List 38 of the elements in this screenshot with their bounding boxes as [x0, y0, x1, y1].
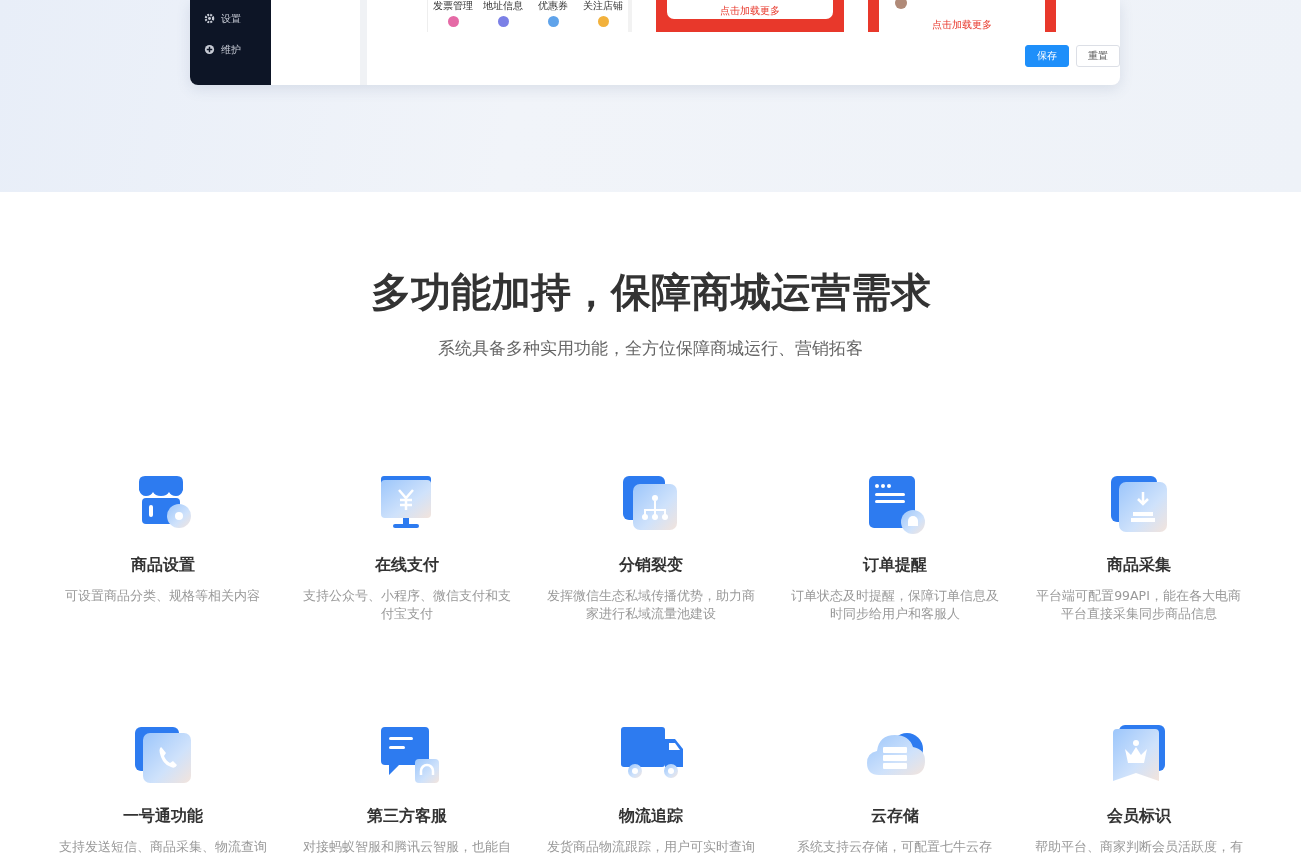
shortcut-icon[interactable] — [547, 16, 559, 27]
shortcut-label[interactable]: 地址信息 — [483, 0, 523, 12]
reset-button[interactable]: 重置 — [1076, 45, 1120, 67]
load-more-link[interactable]: 点击加载更多 — [932, 19, 992, 30]
feature-title: 订单提醒 — [862, 554, 927, 576]
feature-description: 帮助平台、商家判断会员活跃度，有 — [1033, 838, 1244, 856]
feature-description: 发货商品物流跟踪，用户可实时查询 — [545, 838, 756, 856]
gear-icon — [204, 13, 215, 24]
feature-title: 第三方客服 — [366, 805, 447, 827]
plus-circle-icon — [204, 44, 215, 55]
feature-description: 可设置商品分类、规格等相关内容 — [64, 587, 261, 605]
feature-description: 支持公众号、小程序、微信支付和支付宝支付 — [301, 587, 512, 623]
feature-title: 物流追踪 — [618, 805, 683, 827]
feature-title: 会员标识 — [1106, 805, 1171, 827]
shortcut-icon[interactable] — [497, 16, 509, 27]
feature-title: 分销裂变 — [618, 554, 683, 576]
feature-description: 支持发送短信、商品采集、物流查询 — [57, 838, 268, 856]
sidebar-item[interactable]: 设置 — [204, 11, 271, 26]
shortcut-label[interactable]: 优惠券 — [538, 0, 568, 12]
feature-description: 对接蚂蚁智服和腾讯云智服，也能自 — [301, 838, 512, 856]
shortcut-label[interactable]: 发票管理 — [433, 0, 473, 12]
shortcut-icon[interactable] — [447, 16, 459, 27]
section-title: 多功能加持，保障商城运营需求 — [370, 268, 931, 317]
avatar — [895, 0, 907, 9]
feature-title: 一号通功能 — [122, 805, 203, 827]
feature-title: 在线支付 — [374, 554, 439, 576]
section-subtitle: 系统具备多种实用功能，全方位保障商城运行、营销拓客 — [438, 337, 863, 360]
feature-title: 云存储 — [870, 805, 919, 827]
load-more-link[interactable]: 点击加载更多 — [720, 5, 780, 16]
shortcut-icon[interactable] — [597, 16, 609, 27]
sidebar-item[interactable]: 维护 — [204, 42, 271, 57]
feature-description: 订单状态及时提醒，保障订单信息及时同步给用户和客服人 — [789, 587, 1000, 623]
feature-description: 发挥微信生态私域传播优势，助力商家进行私域流量池建设 — [545, 587, 756, 623]
feature-title: 商品采集 — [1106, 554, 1171, 576]
shortcut-label[interactable]: 关注店铺 — [583, 0, 623, 12]
feature-description: 系统支持云存储，可配置七牛云存 — [796, 838, 993, 856]
feature-description: 平台端可配置99API，能在各大电商平台直接采集同步商品信息 — [1035, 587, 1242, 623]
feature-title: 商品设置 — [130, 554, 195, 576]
